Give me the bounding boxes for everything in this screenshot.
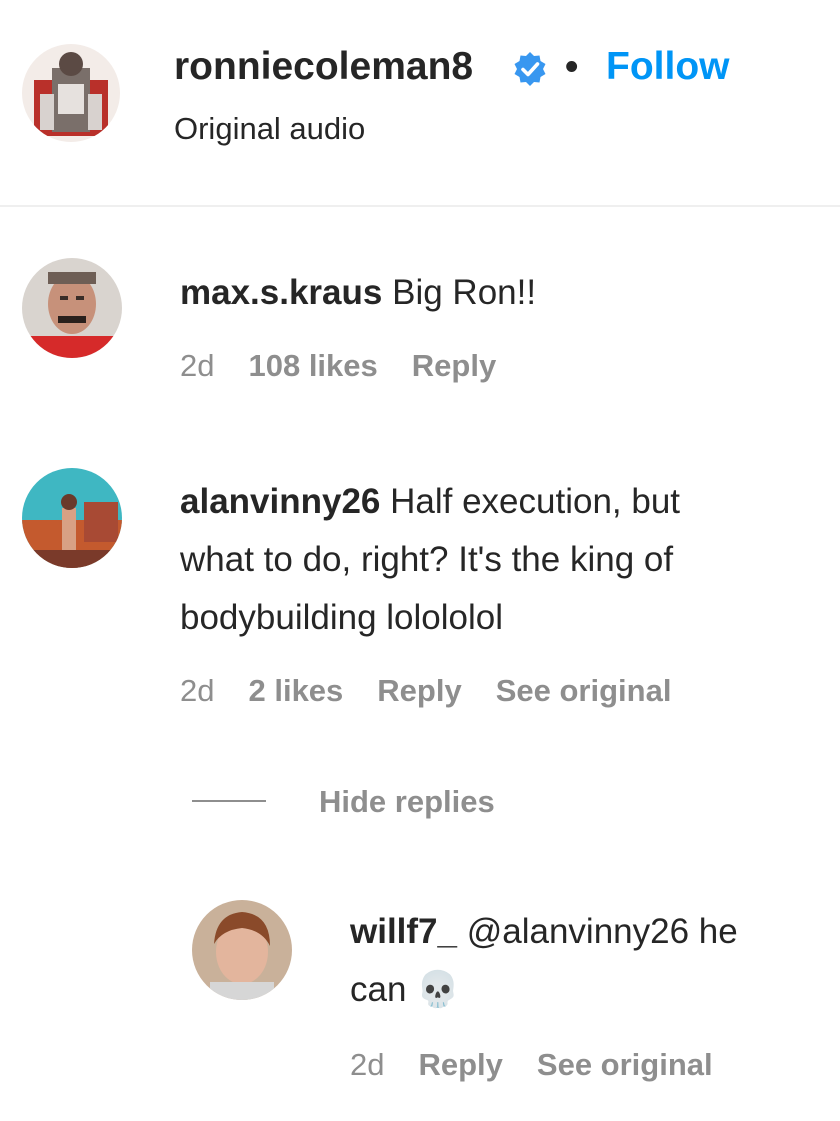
comment-text-line-2: what to do, right? It's the king of (180, 540, 674, 579)
see-original-button[interactable]: See original (537, 1047, 713, 1082)
comment-likes[interactable]: 108 likes (248, 348, 377, 383)
comment-body: max.s.kraus Big Ron!! (180, 264, 536, 322)
reply-button[interactable]: Reply (412, 348, 496, 383)
reply-body: willf7_ @alanvinny26 he can 💀 (350, 903, 738, 1019)
comment-time[interactable]: 2d (180, 348, 214, 383)
header-separator: • (565, 46, 579, 88)
reply-time[interactable]: 2d (350, 1047, 384, 1082)
reply-button[interactable]: Reply (377, 673, 461, 708)
hide-replies-button[interactable]: Hide replies (319, 782, 495, 822)
reply-avatar[interactable] (192, 900, 292, 1000)
commenter-avatar[interactable] (22, 468, 122, 568)
comment-body: alanvinny26 Half execution, but what to … (180, 473, 680, 647)
reply-text-line-1: @alanvinny26 he (466, 912, 738, 951)
follow-button[interactable]: Follow (606, 44, 729, 90)
header-avatar[interactable] (22, 44, 120, 142)
commenter-avatar[interactable] (22, 258, 122, 358)
header-divider (0, 205, 840, 207)
comment-time[interactable]: 2d (180, 673, 214, 708)
comment-username[interactable]: alanvinny26 (180, 482, 380, 521)
audio-label[interactable]: Original audio (174, 110, 365, 148)
post-author-username[interactable]: ronniecoleman8 (174, 44, 473, 90)
comment-username[interactable]: max.s.kraus (180, 273, 382, 312)
reply-text-line-2: can 💀 (350, 970, 460, 1009)
comment-text-line-3: bodybuilding lolololol (180, 598, 504, 637)
reply-username[interactable]: willf7_ (350, 912, 457, 951)
comment-meta: 2d 108 likes Reply (180, 346, 530, 386)
comment-meta: 2d 2 likes Reply See original (180, 671, 705, 711)
replies-line (192, 800, 266, 802)
comment-text: Big Ron!! (392, 273, 537, 312)
reply-meta: 2d Reply See original (350, 1045, 747, 1085)
comment-likes[interactable]: 2 likes (248, 673, 343, 708)
verified-badge-icon (512, 51, 548, 87)
comment-text-line-1: Half execution, but (390, 482, 681, 521)
see-original-button[interactable]: See original (496, 673, 672, 708)
reply-button[interactable]: Reply (418, 1047, 502, 1082)
